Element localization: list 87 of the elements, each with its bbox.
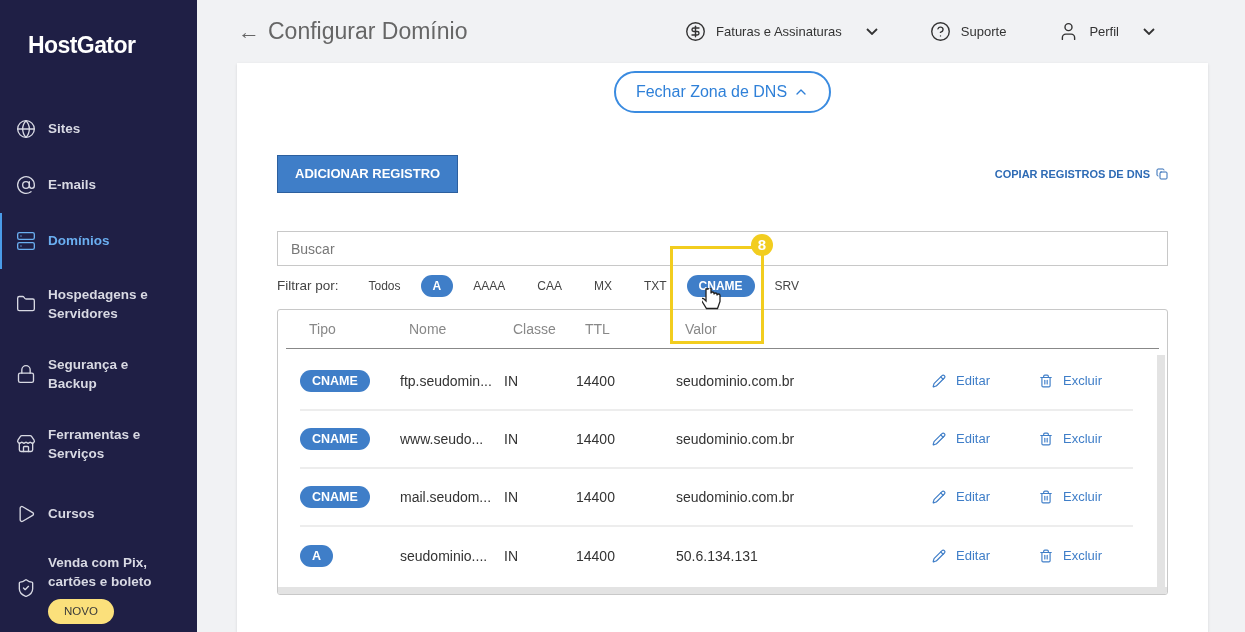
sidebar-label: Segurança e Backup <box>48 355 130 393</box>
lock-icon <box>16 363 36 384</box>
edit-button[interactable]: Editar <box>932 546 1039 566</box>
trash-icon <box>1039 374 1053 388</box>
table-cell-text: 14400 <box>576 429 616 449</box>
table-cell-text: seudominio.com.br <box>676 371 796 391</box>
sidebar-item[interactable]: Cursos <box>0 478 197 549</box>
page-title: Configurar Domínio <box>268 17 468 47</box>
sidebar-item[interactable]: Ferramentas e Serviços <box>0 408 197 479</box>
edit-button[interactable]: Editar <box>932 429 1039 449</box>
table-cell-text: ftp.seudomin... <box>400 371 493 391</box>
sidebar-label: Hospedagens e Servidores <box>48 285 149 323</box>
column-header: Nome <box>409 319 448 339</box>
server-icon <box>16 230 36 251</box>
table-cell-text: seudominio.... <box>400 546 489 566</box>
filter-chip[interactable]: A <box>420 275 454 297</box>
filter-label: Filtrar por: <box>277 276 339 295</box>
hand-cursor-icon <box>702 288 722 310</box>
trash-icon <box>1039 549 1053 563</box>
type-tag: A <box>300 544 334 568</box>
header-menu-item[interactable]: Perfil <box>1058 21 1155 42</box>
copy-dns-link[interactable]: COPIAR REGISTROS DE DNS <box>994 165 1168 183</box>
new-badge: NOVO <box>48 598 114 624</box>
header-menu-item[interactable]: Suporte <box>929 21 1007 42</box>
pencil-icon <box>932 549 946 563</box>
table-cell-text: IN <box>504 371 519 391</box>
delete-button[interactable]: Excluir <box>1039 546 1102 566</box>
table-cell-text: IN <box>504 429 519 449</box>
header-menu-item[interactable]: Faturas e Assinaturas <box>685 21 878 42</box>
column-header: Valor <box>685 319 717 339</box>
logo: HostGator <box>27 31 137 60</box>
table-cell-text: 50.6.134.131 <box>676 546 759 566</box>
pencil-icon <box>932 490 946 504</box>
column-header: TTL <box>585 319 611 339</box>
column-header: Classe <box>513 319 557 339</box>
table-cell-text: 14400 <box>576 371 616 391</box>
sidebar-label: Cursos <box>48 505 96 523</box>
store-icon <box>16 433 36 454</box>
sidebar-label: Venda com Pix, cartões e boleto <box>48 553 153 591</box>
sidebar-item[interactable]: Sites <box>0 100 197 157</box>
table-cell-text: IN <box>504 546 519 566</box>
table-cell-text: 14400 <box>576 487 616 507</box>
sidebar-item[interactable]: Domínios <box>0 212 197 269</box>
sidebar-item[interactable]: Segurança e Backup <box>0 338 197 409</box>
close-dns-zone-button[interactable]: Fechar Zona de DNS <box>613 71 832 113</box>
column-header: Tipo <box>308 319 337 339</box>
pencil-icon <box>932 374 946 388</box>
folder-icon <box>16 293 36 314</box>
sidebar-label: Sites <box>48 120 82 138</box>
delete-button[interactable]: Excluir <box>1039 429 1102 449</box>
back-arrow[interactable]: ← <box>238 15 260 48</box>
step-badge: 8 <box>751 234 773 256</box>
type-tag: CNAME <box>300 427 370 451</box>
type-tag: CNAME <box>300 485 370 509</box>
table-cell-text: seudominio.com.br <box>676 487 796 507</box>
trash-icon <box>1039 432 1053 446</box>
table-cell-text: seudominio.com.br <box>676 429 796 449</box>
sidebar-item[interactable]: Hospedagens e Servidores <box>0 268 197 339</box>
filter-chip[interactable]: AAAA <box>461 275 518 297</box>
pencil-icon <box>932 432 946 446</box>
dollar-icon <box>685 21 707 42</box>
filter-chip[interactable]: MX <box>581 275 624 297</box>
trash-icon <box>1039 490 1053 504</box>
edit-button[interactable]: Editar <box>932 371 1039 391</box>
edit-button[interactable]: Editar <box>932 487 1039 507</box>
shield-icon <box>16 578 36 599</box>
help-icon <box>929 21 951 42</box>
table-cell-text: 14400 <box>576 546 616 566</box>
sidebar-label: E-mails <box>48 176 98 194</box>
table-cell-text: IN <box>504 487 519 507</box>
sidebar-item[interactable]: Venda com Pix, cartões e boleto NOVO <box>0 548 197 628</box>
sidebar-item[interactable]: E-mails <box>0 156 197 213</box>
sidebar-label: Ferramentas e Serviços <box>48 425 142 463</box>
at-sign-icon <box>16 174 36 195</box>
add-record-button[interactable]: ADICIONAR REGISTRO <box>277 155 459 193</box>
table-cell-text: mail.seudom... <box>400 487 493 507</box>
filter-chip[interactable]: SRV <box>762 275 812 297</box>
delete-button[interactable]: Excluir <box>1039 487 1102 507</box>
globe-icon <box>16 118 36 139</box>
filter-chip[interactable]: TXT <box>631 275 679 297</box>
sidebar-label: Domínios <box>48 232 111 250</box>
copy-icon <box>1156 168 1168 180</box>
delete-button[interactable]: Excluir <box>1039 371 1102 391</box>
type-tag: CNAME <box>300 369 370 393</box>
filter-chip[interactable]: Todos <box>356 275 413 297</box>
table-cell-text: www.seudo... <box>400 429 485 449</box>
filter-chip[interactable]: CAA <box>525 275 574 297</box>
